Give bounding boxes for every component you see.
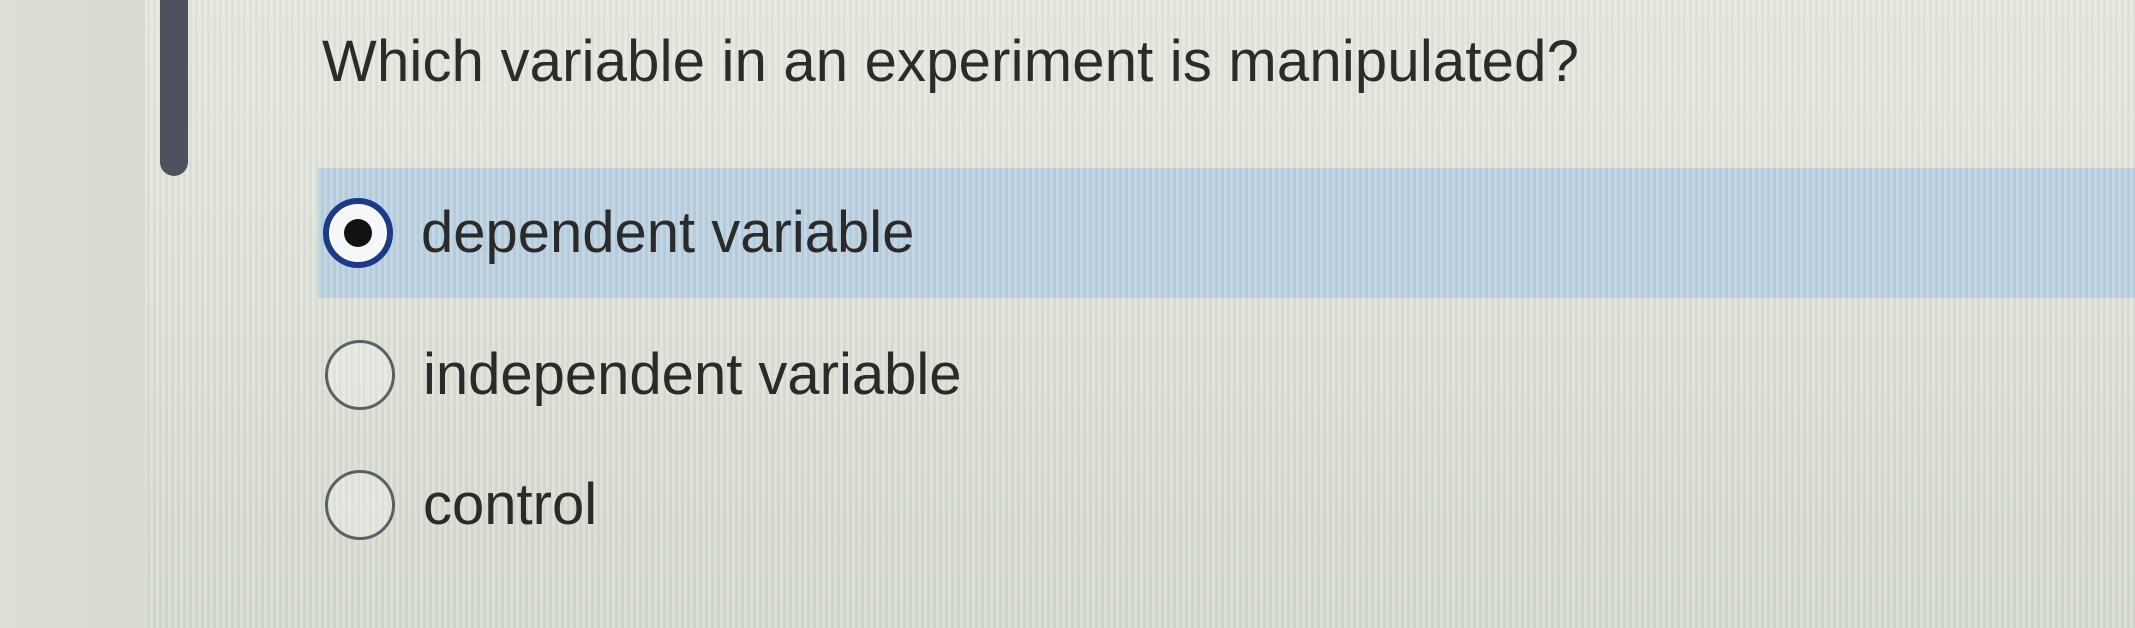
option-label: dependent variable [421, 200, 915, 265]
radio-dot [344, 219, 372, 247]
option-label: control [423, 471, 598, 537]
option-control[interactable]: control [320, 437, 597, 572]
option-label: independent variable [423, 341, 962, 407]
option-independent-variable[interactable]: independent variable [320, 307, 962, 442]
radio-selected-icon[interactable] [323, 198, 393, 268]
answer-options: dependent variable independent variable … [0, 0, 2135, 628]
option-dependent-variable[interactable]: dependent variable [318, 168, 2135, 298]
radio-unselected-icon[interactable] [325, 339, 395, 410]
radio-unselected-icon[interactable] [325, 469, 395, 540]
